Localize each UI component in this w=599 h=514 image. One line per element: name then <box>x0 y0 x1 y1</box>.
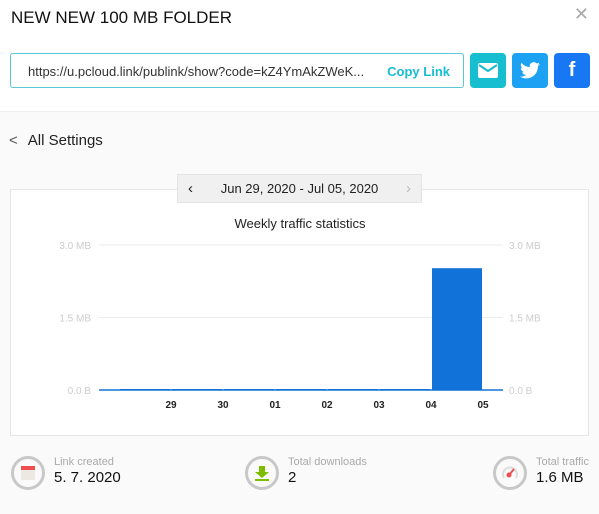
traffic-chart: Weekly traffic statistics 0.0 B 0.0 B 1.5 … <box>59 216 541 411</box>
chevron-left-icon: < <box>9 132 18 149</box>
y-tick-label-left: 1.5 MB <box>59 314 91 325</box>
x-tick-label: 04 <box>425 400 437 411</box>
email-icon <box>478 63 498 78</box>
download-icon <box>245 456 279 490</box>
twitter-share-button[interactable] <box>512 53 548 88</box>
x-tick-label: 02 <box>321 400 333 411</box>
x-tick-label: 03 <box>373 400 385 411</box>
stat-label: Total traffic <box>536 456 589 468</box>
date-range: Jun 29, 2020 - Jul 05, 2020 <box>220 181 379 196</box>
stat-label: Total downloads <box>288 456 367 468</box>
chart-title: Weekly traffic statistics <box>235 216 366 231</box>
next-week-button[interactable]: › <box>406 180 411 197</box>
all-settings-link[interactable]: < All Settings <box>9 132 103 149</box>
email-share-button[interactable] <box>470 53 506 88</box>
stat-link-created: Link created 5. 7. 2020 <box>11 456 121 490</box>
stat-label: Link created <box>54 456 114 468</box>
y-tick-label-right: 0.0 B <box>509 386 533 397</box>
link-field[interactable]: https://u.pcloud.link/publink/show?code=… <box>10 53 464 88</box>
x-tick-label: 01 <box>269 400 281 411</box>
facebook-share-button[interactable]: f <box>554 53 590 88</box>
stat-value: 1.6 MB <box>536 469 584 486</box>
share-header: NEW NEW 100 MB FOLDER ✕ https://u.pcloud… <box>0 0 599 112</box>
date-navigator: ‹ Jun 29, 2020 - Jul 05, 2020 › <box>177 174 422 203</box>
y-tick-label-right: 3.0 MB <box>509 241 541 252</box>
bar <box>432 268 482 390</box>
prev-week-button[interactable]: ‹ <box>188 180 193 197</box>
y-tick-label-right: 1.5 MB <box>509 314 541 325</box>
x-tick-label: 05 <box>477 400 489 411</box>
stat-total-traffic: Total traffic 1.6 MB <box>493 456 589 490</box>
stat-value: 2 <box>288 469 297 486</box>
facebook-icon: f <box>568 59 576 81</box>
folder-title: NEW NEW 100 MB FOLDER <box>11 8 233 27</box>
x-tick-label: 29 <box>165 400 177 411</box>
x-tick-label: 30 <box>217 400 229 411</box>
link-url[interactable]: https://u.pcloud.link/publink/show?code=… <box>28 64 378 79</box>
back-label: All Settings <box>27 132 103 149</box>
copy-link-button[interactable]: Copy Link <box>387 64 450 79</box>
close-icon[interactable]: ✕ <box>574 4 589 25</box>
y-tick-label-left: 0.0 B <box>68 386 92 397</box>
stat-total-downloads: Total downloads 2 <box>245 456 367 490</box>
calendar-icon <box>11 456 45 490</box>
y-tick-label-left: 3.0 MB <box>59 241 91 252</box>
stat-value: 5. 7. 2020 <box>54 469 121 486</box>
traffic-chart-card: Weekly traffic statistics 0.0 B 0.0 B 1.5 … <box>10 189 589 436</box>
twitter-icon <box>520 62 540 79</box>
gauge-icon <box>493 456 527 490</box>
